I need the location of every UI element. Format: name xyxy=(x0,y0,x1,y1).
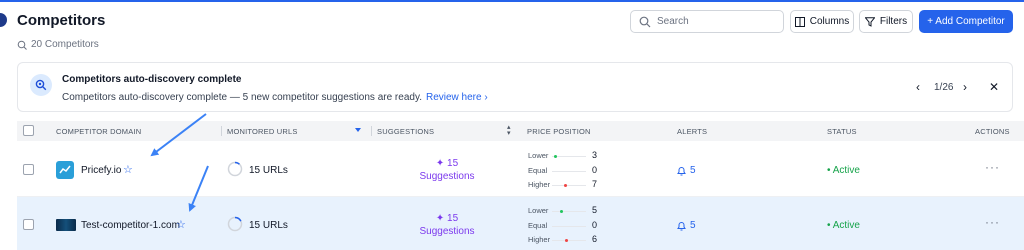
add-competitor-label: + Add Competitor xyxy=(927,16,1005,27)
monitored-urls[interactable]: 15 URLs xyxy=(249,165,288,176)
banner-message: Competitors auto-discovery complete — 5 … xyxy=(62,92,422,103)
price-lower-value: 5 xyxy=(591,205,597,215)
price-equal-bar xyxy=(552,226,586,227)
add-competitor-button[interactable]: + Add Competitor xyxy=(919,10,1013,33)
search-globe-icon xyxy=(17,40,27,50)
price-higher-value: 7 xyxy=(591,179,597,189)
row-actions-menu[interactable]: ··· xyxy=(985,160,1000,174)
suggestions-count: 15 xyxy=(447,158,459,169)
col-domain[interactable]: COMPETITOR DOMAIN xyxy=(56,127,141,136)
price-lower-value: 3 xyxy=(591,150,597,160)
suggestions-count: 15 xyxy=(447,213,459,224)
price-equal-bar xyxy=(552,171,586,172)
bell-icon xyxy=(677,221,686,230)
price-higher-label: Higher xyxy=(528,235,551,244)
filters-label: Filters xyxy=(879,16,908,27)
competitor-count-label: 20 Competitors xyxy=(31,39,99,50)
search-input[interactable] xyxy=(657,16,777,27)
suggestions-link[interactable]: ✦ 15 Suggestions xyxy=(417,212,477,238)
price-equal-label: Equal xyxy=(528,221,548,230)
sort-desc-icon[interactable] xyxy=(355,128,361,132)
higher-dot xyxy=(565,239,568,242)
competitor-count: 20 Competitors xyxy=(17,39,99,50)
price-higher-bar xyxy=(552,239,586,242)
price-equal-value: 0 xyxy=(591,165,597,175)
nav-collapse-dot[interactable] xyxy=(0,13,7,27)
discovery-icon xyxy=(30,74,52,96)
table-row[interactable]: Pricefy.io ☆ 15 URLs ✦ 15 Suggestions Lo… xyxy=(17,142,1024,197)
status-badge: • Active xyxy=(827,220,860,231)
alerts-count: 5 xyxy=(690,220,696,231)
filter-icon xyxy=(864,16,875,27)
row-actions-menu[interactable]: ··· xyxy=(985,215,1000,229)
price-lower-bar xyxy=(552,210,586,213)
top-accent-bar xyxy=(0,0,1024,2)
bell-icon xyxy=(677,166,686,175)
columns-icon xyxy=(794,16,805,27)
trend-line-icon xyxy=(59,165,71,174)
alerts-link[interactable]: 5 xyxy=(677,165,696,176)
table-header: COMPETITOR DOMAIN MONITORED URLS SUGGEST… xyxy=(17,121,1024,141)
competitor-domain[interactable]: Test-competitor-1.com xyxy=(81,220,180,231)
suggestions-label: Suggestions xyxy=(419,226,475,237)
price-higher-bar xyxy=(552,184,586,187)
lower-dot xyxy=(560,210,563,213)
higher-dot xyxy=(564,184,567,187)
test-competitor-logo xyxy=(56,219,76,231)
price-higher-value: 6 xyxy=(591,234,597,244)
search-icon xyxy=(639,16,651,27)
col-price-position[interactable]: PRICE POSITION xyxy=(527,127,591,136)
table-row[interactable]: Test-competitor-1.com ☆ 15 URLs ✦ 15 Sug… xyxy=(17,197,1024,250)
urls-progress-ring xyxy=(227,216,243,232)
price-equal-label: Equal xyxy=(528,166,548,175)
urls-progress-arc xyxy=(234,216,242,222)
sparkle-icon: ✦ xyxy=(435,158,445,169)
pricefy-logo xyxy=(56,161,74,179)
col-alerts[interactable]: ALERTS xyxy=(677,127,707,136)
col-monitored-urls[interactable]: MONITORED URLS xyxy=(227,127,298,136)
row-checkbox[interactable] xyxy=(23,219,34,230)
select-all-checkbox[interactable] xyxy=(23,125,34,136)
sort-toggle-icon[interactable]: ▴ ▾ xyxy=(507,124,511,137)
price-higher-label: Higher xyxy=(528,180,551,189)
competitor-domain[interactable]: Pricefy.io xyxy=(81,165,121,176)
close-icon[interactable]: ✕ xyxy=(989,80,999,94)
col-status[interactable]: STATUS xyxy=(827,127,857,136)
monitored-urls[interactable]: 15 URLs xyxy=(249,220,288,231)
urls-progress-arc xyxy=(234,161,240,165)
sparkle-icon: ✦ xyxy=(435,213,445,224)
col-divider xyxy=(371,126,372,136)
star-icon[interactable]: ☆ xyxy=(176,218,186,231)
pager-next-icon[interactable]: › xyxy=(963,80,967,94)
status-badge: • Active xyxy=(827,165,860,176)
price-lower-bar xyxy=(552,155,586,158)
price-equal-value: 0 xyxy=(591,220,597,230)
lower-dot xyxy=(554,155,557,158)
price-lower-label: Lower xyxy=(528,151,549,160)
pager-prev-icon[interactable]: ‹ xyxy=(916,80,920,94)
row-checkbox[interactable] xyxy=(23,164,34,175)
banner-message-line: Competitors auto-discovery complete — 5 … xyxy=(62,92,488,103)
alerts-link[interactable]: 5 xyxy=(677,220,696,231)
star-icon[interactable]: ☆ xyxy=(123,163,133,176)
alerts-count: 5 xyxy=(690,165,696,176)
suggestions-link[interactable]: ✦ 15 Suggestions xyxy=(417,157,477,183)
columns-button[interactable]: Columns xyxy=(790,10,854,33)
columns-label: Columns xyxy=(809,16,850,27)
filters-button[interactable]: Filters xyxy=(859,10,913,33)
review-link[interactable]: Review here › xyxy=(426,92,488,103)
discovery-banner: Competitors auto-discovery complete Comp… xyxy=(17,62,1013,112)
search-field[interactable] xyxy=(630,10,784,33)
price-lower-label: Lower xyxy=(528,206,549,215)
col-actions: ACTIONS xyxy=(975,127,1010,136)
magnifier-icon xyxy=(35,79,47,91)
urls-progress-ring xyxy=(227,161,243,177)
page-title: Competitors xyxy=(17,12,106,29)
banner-title: Competitors auto-discovery complete xyxy=(62,74,242,85)
col-suggestions[interactable]: SUGGESTIONS xyxy=(377,127,434,136)
suggestions-label: Suggestions xyxy=(419,171,475,182)
pager-indicator: 1/26 xyxy=(934,82,954,93)
col-divider xyxy=(221,126,222,136)
